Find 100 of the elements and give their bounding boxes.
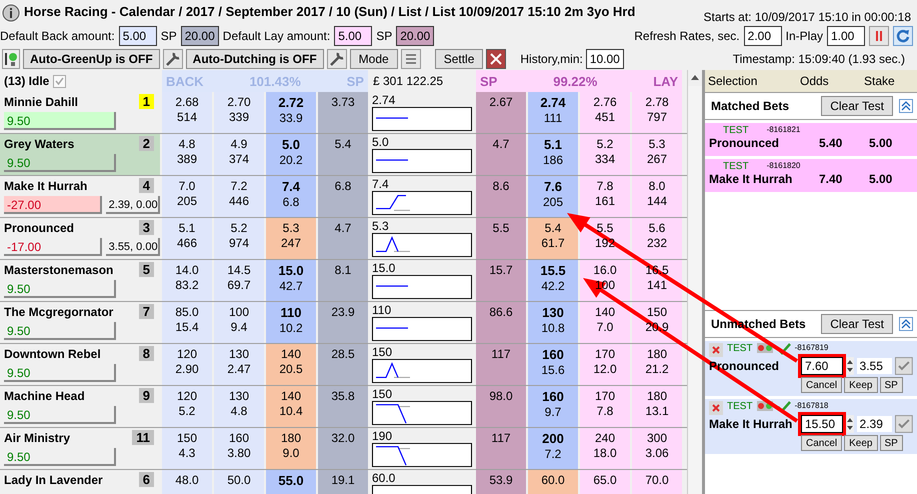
pause-icon[interactable]: [869, 26, 889, 46]
status-checkbox[interactable]: [53, 74, 66, 88]
back-price-cell[interactable]: 120 2.90: [162, 344, 212, 386]
profit-loss-field[interactable]: 9.50: [4, 364, 116, 382]
back-price-cell[interactable]: 50.0: [214, 470, 264, 494]
lay-price-cell[interactable]: 240 18.0: [580, 428, 630, 470]
lay-price-cell[interactable]: 170 7.8: [580, 386, 630, 428]
profit-loss-field[interactable]: 9.50: [4, 448, 116, 466]
lay-price-cell[interactable]: 2.76 451: [580, 92, 630, 134]
back-price-cell[interactable]: 100 9.4: [214, 302, 264, 344]
back-price-cell[interactable]: 140 10.4: [266, 386, 316, 428]
lay-price-cell[interactable]: 70.0: [632, 470, 682, 494]
back-price-cell[interactable]: 5.2 974: [214, 218, 264, 260]
auto-dutching-button[interactable]: Auto-Dutching is OFF: [186, 48, 324, 68]
lay-price-cell[interactable]: 60.0: [528, 470, 578, 494]
back-price-cell[interactable]: 4.8 389: [162, 134, 212, 176]
profit-loss-field[interactable]: 9.50: [4, 112, 116, 130]
bet-action-button[interactable]: Cancel: [801, 377, 842, 393]
bet-action-button[interactable]: SP: [880, 377, 903, 393]
collapse-icon[interactable]: [899, 99, 913, 113]
lay-price-cell[interactable]: 180 13.1: [632, 386, 682, 428]
confirm-icon[interactable]: [895, 415, 913, 433]
lay-price-cell[interactable]: 2.78 797: [632, 92, 682, 134]
back-price-cell[interactable]: 7.4 6.8: [266, 176, 316, 218]
back-price-cell[interactable]: 7.2 446: [214, 176, 264, 218]
lay-price-cell[interactable]: 7.6 205: [528, 176, 578, 218]
lay-price-cell[interactable]: 65.0: [580, 470, 630, 494]
runner-cell[interactable]: Grey Waters 2 9.50: [0, 134, 160, 176]
back-price-cell[interactable]: 5.0 20.2: [266, 134, 316, 176]
lay-price-cell[interactable]: 300 3.06: [632, 428, 682, 470]
signal-light-icon[interactable]: [2, 48, 20, 68]
lay-price-cell[interactable]: 5.3 267: [632, 134, 682, 176]
profit-loss-field[interactable]: 9.50: [4, 280, 116, 298]
lay-price-cell[interactable]: 130 10.8: [528, 302, 578, 344]
back-price-cell[interactable]: 85.0 15.4: [162, 302, 212, 344]
back-price-cell[interactable]: 130 2.47: [214, 344, 264, 386]
profit-loss-field[interactable]: 9.50: [4, 406, 116, 424]
list-icon[interactable]: [400, 48, 421, 68]
back-sp-field[interactable]: 20.00: [180, 26, 219, 46]
back-price-cell[interactable]: 130 4.8: [214, 386, 264, 428]
settle-button[interactable]: Settle: [434, 48, 484, 68]
back-price-cell[interactable]: 180 9.0: [266, 428, 316, 470]
auto-greenup-button[interactable]: Auto-GreenUp is OFF: [23, 48, 160, 68]
collapse-icon[interactable]: [899, 317, 913, 331]
odds-field[interactable]: 7.60: [801, 357, 843, 375]
profit-loss-field[interactable]: 9.50: [4, 322, 116, 340]
back-price-cell[interactable]: 5.3 247: [266, 218, 316, 260]
lay-price-cell[interactable]: 2.74 111: [528, 92, 578, 134]
back-price-cell[interactable]: 4.9 374: [214, 134, 264, 176]
lay-price-cell[interactable]: 15.5 42.2: [528, 260, 578, 302]
close-icon[interactable]: [486, 48, 506, 68]
lay-price-cell[interactable]: 8.0 144: [632, 176, 682, 218]
profit-loss-field[interactable]: 9.50: [4, 154, 116, 172]
lay-amount-field[interactable]: 5.00: [334, 26, 372, 46]
back-price-cell[interactable]: 150 4.3: [162, 428, 212, 470]
bet-action-button[interactable]: Cancel: [801, 435, 842, 451]
stake-field[interactable]: 2.39: [856, 416, 892, 432]
hedge-field[interactable]: 2.39, 0.00: [106, 196, 160, 214]
back-price-cell[interactable]: 140 20.5: [266, 344, 316, 386]
cancel-bet-icon[interactable]: [709, 401, 723, 415]
lay-price-cell[interactable]: 180 21.2: [632, 344, 682, 386]
back-price-cell[interactable]: 14.0 83.2: [162, 260, 212, 302]
lay-price-cell[interactable]: 5.1 186: [528, 134, 578, 176]
matched-bet-row[interactable]: TEST -8161820 Make It Hurrah 7.40 5.00: [705, 159, 917, 192]
bet-action-button[interactable]: Keep: [844, 377, 878, 393]
wrench-icon[interactable]: [326, 48, 347, 68]
back-price-cell[interactable]: 14.5 69.7: [214, 260, 264, 302]
clear-test-button[interactable]: Clear Test: [821, 314, 893, 334]
lay-price-cell[interactable]: 140 7.0: [580, 302, 630, 344]
back-price-cell[interactable]: 2.68 514: [162, 92, 212, 134]
back-price-cell[interactable]: 160 3.80: [214, 428, 264, 470]
back-price-cell[interactable]: 5.1 466: [162, 218, 212, 260]
lay-price-cell[interactable]: 5.2 334: [580, 134, 630, 176]
stake-field[interactable]: 3.55: [856, 358, 892, 374]
history-field[interactable]: 10.00: [586, 48, 624, 68]
hedge-field[interactable]: 3.55, 0.00: [106, 238, 160, 256]
confirm-icon[interactable]: [895, 357, 913, 375]
lay-price-cell[interactable]: 170 12.0: [580, 344, 630, 386]
back-price-cell[interactable]: 15.0 42.7: [266, 260, 316, 302]
wrench-icon[interactable]: [162, 48, 183, 68]
back-price-cell[interactable]: 48.0: [162, 470, 212, 494]
back-price-cell[interactable]: 55.0: [266, 470, 316, 494]
bet-action-button[interactable]: SP: [880, 435, 903, 451]
back-price-cell[interactable]: 120 5.2: [162, 386, 212, 428]
refresh-field[interactable]: 2.00: [744, 26, 782, 46]
lay-price-cell[interactable]: 160 15.6: [528, 344, 578, 386]
lay-price-cell[interactable]: 160 9.7: [528, 386, 578, 428]
in-play-field[interactable]: 1.00: [827, 26, 865, 46]
clear-test-button[interactable]: Clear Test: [821, 96, 893, 116]
back-price-cell[interactable]: 2.70 339: [214, 92, 264, 134]
profit-loss-field[interactable]: -17.00: [4, 238, 102, 256]
back-price-cell[interactable]: 110 10.2: [266, 302, 316, 344]
back-price-cell[interactable]: 7.0 205: [162, 176, 212, 218]
odds-field[interactable]: 15.50: [801, 415, 843, 433]
lay-sp-field[interactable]: 20.00: [396, 26, 434, 46]
cancel-bet-icon[interactable]: [709, 343, 723, 357]
back-amount-field[interactable]: 5.00: [118, 26, 157, 46]
bet-action-button[interactable]: Keep: [844, 435, 878, 451]
lay-price-cell[interactable]: 200 7.2: [528, 428, 578, 470]
lay-price-cell[interactable]: 5.4 61.7: [528, 218, 578, 260]
